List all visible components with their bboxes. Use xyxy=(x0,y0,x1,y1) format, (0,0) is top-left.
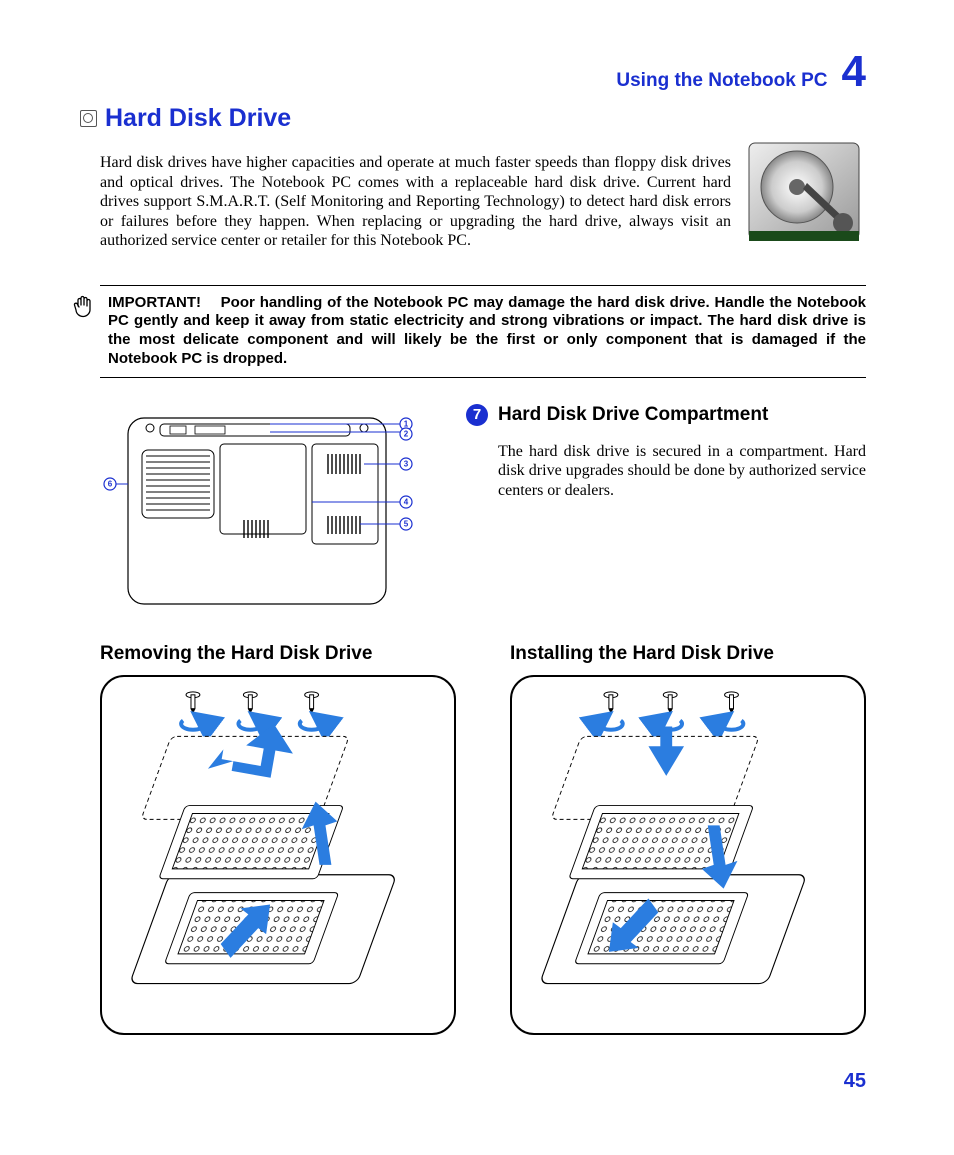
svg-text:4: 4 xyxy=(404,497,409,506)
hard-disk-photo xyxy=(741,137,866,247)
remove-hdd-diagram xyxy=(100,675,456,1035)
chapter-title: Using the Notebook PC xyxy=(616,70,827,92)
note-label: IMPORTANT! xyxy=(108,294,201,311)
chapter-number: 4 xyxy=(842,50,866,94)
laptop-bottom-diagram: 1 2 3 4 5 6 xyxy=(100,404,420,614)
compartment-badge: 7 xyxy=(466,404,488,426)
svg-text:5: 5 xyxy=(404,519,409,528)
hard-disk-icon xyxy=(80,110,97,127)
svg-text:1: 1 xyxy=(404,419,409,428)
remove-heading: Removing the Hard Disk Drive xyxy=(100,643,456,665)
install-heading: Installing the Hard Disk Drive xyxy=(510,643,866,665)
important-note: IMPORTANT! Poor handling of the Notebook… xyxy=(100,285,866,378)
install-hdd-diagram xyxy=(510,675,866,1035)
chapter-header: Using the Notebook PC 4 xyxy=(100,50,866,94)
compartment-title: Hard Disk Drive Compartment xyxy=(498,404,768,426)
page-number: 45 xyxy=(100,1070,866,1093)
svg-text:3: 3 xyxy=(404,459,409,468)
note-body: Poor handling of the Notebook PC may dam… xyxy=(108,294,866,367)
svg-text:6: 6 xyxy=(108,479,113,488)
svg-text:2: 2 xyxy=(404,429,409,438)
section-title: Hard Disk Drive xyxy=(105,104,291,133)
compartment-body: The hard disk drive is secured in a comp… xyxy=(498,442,866,501)
stop-hand-icon xyxy=(72,294,96,322)
